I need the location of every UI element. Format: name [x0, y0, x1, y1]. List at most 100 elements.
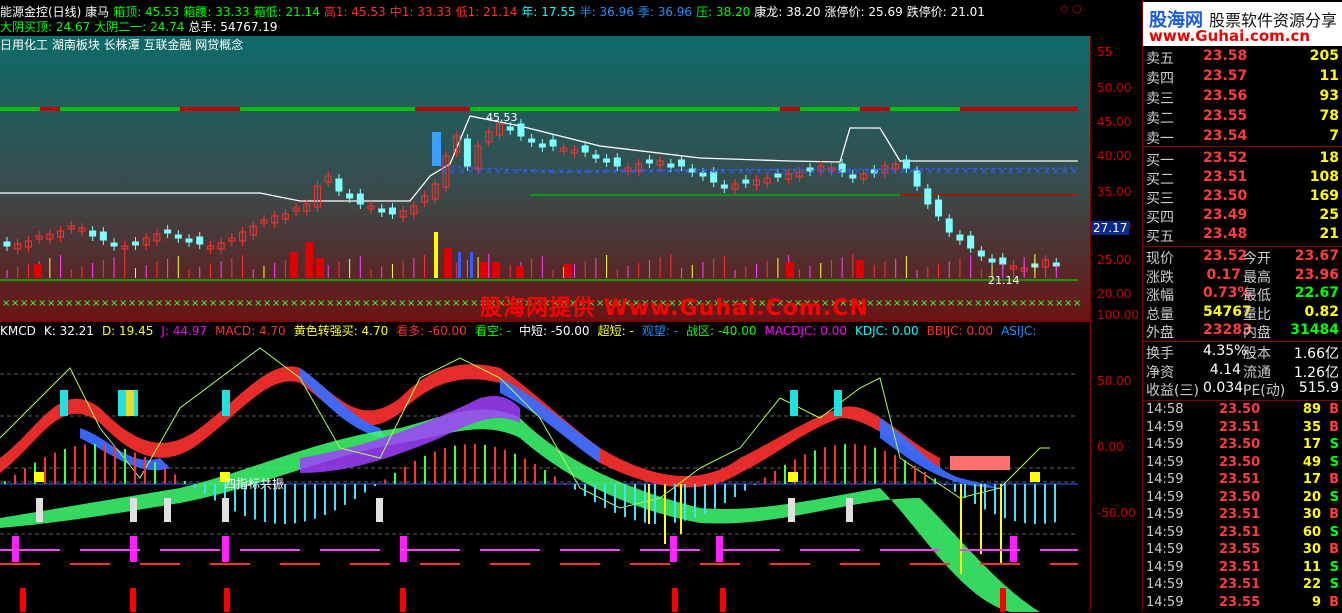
macd-histogram-bar: [564, 483, 566, 485]
tick-row[interactable]: 14:59 23.51 11 S: [1143, 560, 1342, 578]
magenta-signal-block: [222, 536, 229, 562]
bid-label: 买一: [1146, 153, 1174, 169]
macd-histogram-bar: [714, 484, 716, 509]
support-mark: ×: [521, 167, 529, 177]
indicator-value-0: 能源金控(日线) 康马: [0, 5, 110, 19]
signal-mark: ×: [173, 298, 181, 309]
tick-row[interactable]: 14:59 23.51 17 B: [1143, 472, 1342, 490]
tick-row[interactable]: 14:59 23.55 9 B: [1143, 595, 1342, 613]
lower-indicator-value: 观望: -: [641, 324, 678, 338]
signal-mark: ×: [299, 298, 307, 309]
signal-mark: ×: [200, 298, 208, 309]
support-mark: ×: [710, 167, 718, 177]
candle-body: [720, 184, 728, 189]
tick-time: 14:59: [1146, 542, 1184, 557]
tick-row[interactable]: 14:59 23.50 49 S: [1143, 455, 1342, 473]
macd-histogram-bar: [894, 455, 896, 484]
bid-label: 买五: [1146, 229, 1174, 245]
quote-key-2: 量比: [1243, 306, 1271, 323]
price-axis-tick: 55: [1097, 45, 1113, 59]
lower-indicator-value: 看多: -60.00: [396, 324, 467, 338]
yellow-signal-bar: [648, 484, 650, 524]
lower-indicator-value: KDJC: 0.00: [854, 324, 919, 338]
support-mark: ×: [593, 167, 601, 177]
volume-bar-big: [786, 262, 794, 278]
volume-bar-big: [444, 248, 452, 278]
indicator-axis-tick: -50.00: [1097, 506, 1136, 520]
candle-body: [603, 158, 611, 163]
macd-histogram-bar: [764, 477, 766, 484]
tick-side: B: [1329, 507, 1339, 522]
support-mark: ×: [1034, 167, 1042, 177]
macd-histogram-bar: [4, 481, 6, 484]
signal-mark: ×: [56, 298, 64, 309]
signal-mark: ×: [956, 298, 964, 309]
fundamental-row: 换手 4.35% 股本 1.66亿: [1143, 343, 1342, 363]
ask-row: 卖三 23.56 93: [1143, 88, 1342, 108]
support-mark: ×: [620, 167, 628, 177]
candle-body: [528, 138, 536, 143]
tick-row[interactable]: 14:59 23.51 22 S: [1143, 577, 1342, 595]
signal-mark: ×: [245, 298, 253, 309]
indicator-chart[interactable]: 四指标共振: [0, 338, 1090, 612]
high-price-label: 45.53: [486, 111, 518, 124]
macd-histogram-bar: [874, 447, 876, 484]
bid-volume: 25: [1319, 207, 1339, 223]
macd-histogram-bar: [914, 465, 916, 484]
quote-key-2: 今开: [1243, 251, 1271, 267]
macd-histogram-bar: [214, 484, 216, 501]
macd-histogram-bar: [554, 476, 556, 484]
tick-price: 23.51: [1219, 472, 1261, 487]
tick-row[interactable]: 14:59 23.51 35 B: [1143, 420, 1342, 438]
signal-mark: ×: [461, 298, 469, 309]
tick-row[interactable]: 14:59 23.50 20 S: [1143, 490, 1342, 508]
signal-mark: ×: [983, 298, 991, 309]
lower-indicator-value: 战区: -40.00: [685, 324, 757, 338]
macd-histogram-bar: [614, 484, 616, 513]
site-logo[interactable]: 股海网 股票软件资源分享 www.Guhai.com.cn: [1143, 2, 1342, 46]
tick-row[interactable]: 14:59 23.55 30 B: [1143, 542, 1342, 560]
support-mark: ×: [692, 167, 700, 177]
signal-mark: ×: [218, 298, 226, 309]
support-mark: ×: [845, 167, 853, 177]
candle-body: [977, 250, 985, 257]
indicator-value-6: 低1: 21.14: [455, 5, 518, 19]
red-signal-block: [720, 588, 726, 612]
support-mark: ×: [944, 167, 952, 177]
window-controls[interactable]: ◇ ○: [1060, 2, 1082, 15]
tick-row[interactable]: 14:59 23.51 60 S: [1143, 525, 1342, 543]
indicator-value-2: 箱腰: 33.33: [183, 5, 250, 19]
bid-price: 23.50: [1203, 188, 1248, 204]
candle-body: [89, 230, 97, 237]
candle-body: [517, 123, 525, 137]
ask-label: 卖四: [1146, 71, 1174, 87]
support-mark: ×: [530, 167, 538, 177]
signal-mark: ×: [992, 298, 1000, 309]
support-mark: ×: [575, 167, 583, 177]
white-signal-block: [164, 498, 171, 522]
signal-mark: ×: [101, 298, 109, 309]
macd-histogram-bar: [1014, 484, 1016, 522]
red-signal-block: [1000, 588, 1006, 612]
indicator-axis-tick: 50.00: [1097, 374, 1132, 388]
support-mark: ×: [773, 167, 781, 177]
macd-histogram-bar: [694, 484, 696, 518]
macd-histogram-bar: [374, 484, 376, 486]
macd-histogram-bar: [754, 483, 756, 485]
volume-bar-big: [316, 258, 324, 278]
tick-row[interactable]: 14:59 23.50 17 S: [1143, 437, 1342, 455]
support-mark: ×: [863, 167, 871, 177]
tick-volume: 11: [1302, 559, 1321, 575]
macd-histogram-bar: [104, 444, 106, 484]
price-chart[interactable]: 45.5321.14 × × × × × × × × × × × × × × × × × × × × × × × × × × × × ×…: [0, 36, 1090, 320]
signal-mark: ×: [1001, 298, 1009, 309]
quote-row: 总量 54767 量比 0.82: [1143, 304, 1342, 324]
indicator-value-11: 康龙: 38.20: [754, 5, 821, 19]
indicator-value-2-2: 总手: 54767.19: [188, 20, 278, 34]
fundamental-row: 净资 4.14 流通 1.26亿: [1143, 362, 1342, 382]
tick-row[interactable]: 14:59 23.51 30 B: [1143, 507, 1342, 525]
candle-body: [924, 188, 932, 205]
macd-histogram-bar: [1044, 484, 1046, 524]
tick-row[interactable]: 14:58 23.50 89 B: [1143, 402, 1342, 420]
tick-time: 14:59: [1146, 507, 1184, 522]
